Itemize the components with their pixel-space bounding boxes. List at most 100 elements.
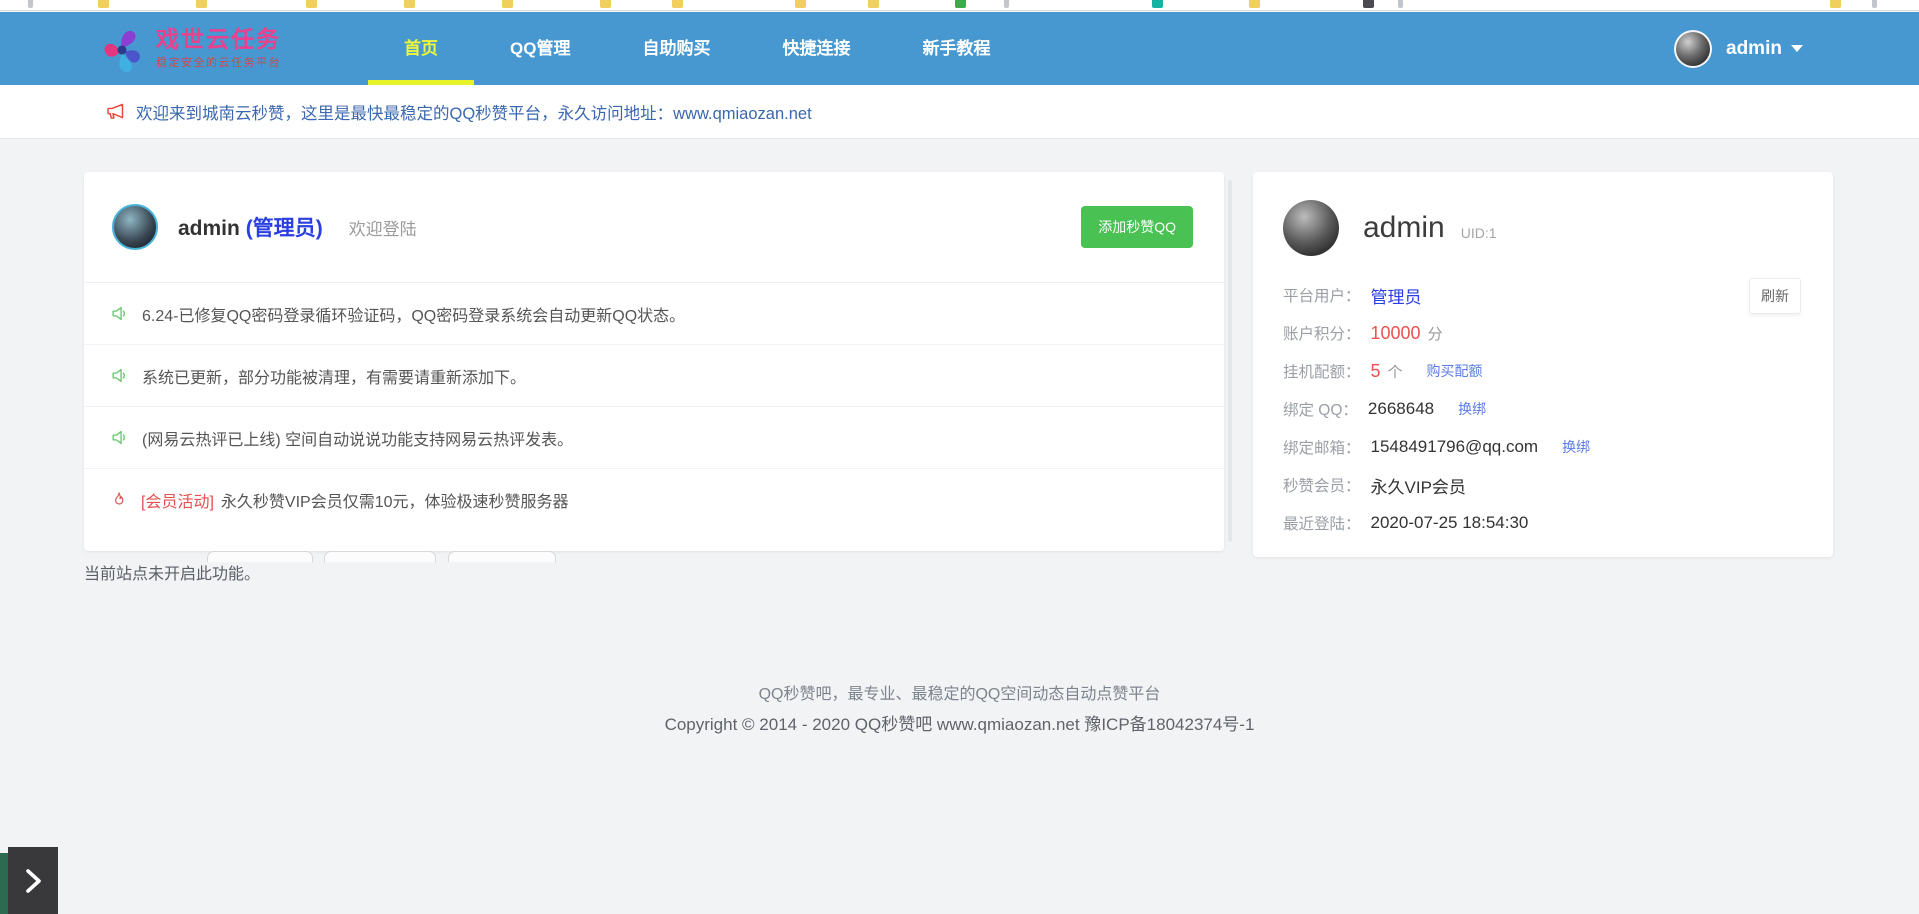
user-name: admin [1363,211,1445,245]
footer-slogan: QQ秒赞吧，最专业、最稳定的QQ空间动态自动点赞平台 [0,680,1919,710]
user-role: 管理员 [253,217,316,240]
footer-copyright: Copyright © 2014 - 2020 QQ秒赞吧 www.qmiaoz… [0,710,1919,740]
row-label: 绑定邮箱： [1283,436,1361,458]
bookmark-favicon-icon[interactable] [1363,0,1374,8]
notice-tag: [会员活动] [141,488,214,512]
row-label: 平台用户： [1283,284,1361,306]
avatar [1283,200,1339,256]
bookmark-favicon-icon[interactable] [1249,0,1260,8]
row-value: 永久VIP会员 [1371,473,1466,498]
user-info-row: 绑定邮箱： 1548491796@qq.com 换绑 [1283,428,1803,466]
nav-item[interactable]: QQ管理 [474,12,606,85]
bookmark-favicon-icon[interactable] [98,0,109,8]
bookmark-favicon-icon[interactable] [1872,0,1877,8]
avatar [1674,30,1712,68]
nav-item[interactable]: 首页 [368,12,474,85]
scrollbar[interactable] [1228,180,1232,542]
notice-text: 6.24-已修复QQ密码登录循环验证码，QQ密码登录系统会自动更新QQ状态。 [142,302,685,326]
nav-item[interactable]: 自助购买 [606,12,746,85]
row-label: 绑定 QQ： [1283,398,1358,420]
nav-item[interactable]: 新手教程 [886,12,1026,85]
user-info-row: 最近登陆： 2020-07-25 18:54:30 [1283,504,1803,542]
user-info-row: 账户积分： 10000 分 [1283,314,1803,352]
bookmark-favicon-icon[interactable] [600,0,611,8]
bookmark-favicon-icon[interactable] [1398,0,1403,8]
user-menu[interactable]: admin [1674,12,1803,85]
bookmark-favicon-icon[interactable] [1830,0,1841,8]
logo-title: 戏世云任务 [156,27,281,52]
footer: QQ秒赞吧，最专业、最稳定的QQ空间动态自动点赞平台 Copyright © 2… [0,680,1919,740]
fire-icon [110,491,128,509]
bookmark-favicon-icon[interactable] [795,0,806,8]
row-value: 10000 [1371,323,1421,344]
announcement-text: 欢迎来到城南云秒赞，这里是最快最稳定的QQ秒赞平台，永久访问地址：www.qmi… [136,100,812,124]
row-action-link[interactable]: 换绑 [1562,437,1590,457]
nav-menu: 首页QQ管理自助购买快捷连接新手教程 [368,12,1026,85]
tab-stub[interactable] [324,551,436,562]
row-label: 账户积分： [1283,322,1361,344]
sidebar-toggle-button[interactable] [8,847,58,914]
sidebar-accent-bar [0,853,8,914]
nav-item[interactable]: 快捷连接 [746,12,886,85]
notice-text: 永久秒赞VIP会员仅需10元，体验极速秒赞服务器 [221,488,569,512]
chevron-down-icon [1791,45,1803,52]
user-name: admin (管理员) [178,212,323,242]
notice-text: 系统已更新，部分功能被清理，有需要请重新添加下。 [142,364,526,388]
row-label: 秒赞会员： [1283,474,1361,496]
bookmark-favicon-icon[interactable] [868,0,879,8]
site-notice-text: 当前站点未开启此功能。 [84,560,260,584]
notice-text: (网易云热评已上线) 空间自动说说功能支持网易云热评发表。 [142,426,573,450]
user-info-row: 秒赞会员： 永久VIP会员 [1283,466,1803,504]
row-unit: 分 [1428,323,1443,344]
row-value: 1548491796@qq.com [1371,437,1539,457]
bookmark-favicon-icon[interactable] [28,0,33,8]
user-info-row: 平台用户： 管理员 [1283,276,1803,314]
notice-list: 6.24-已修复QQ密码登录循环验证码，QQ密码登录系统会自动更新QQ状态。 系… [84,283,1224,531]
speaker-icon [110,304,129,323]
bookmarks-strip [0,0,1919,11]
row-action-link[interactable]: 换绑 [1458,399,1486,419]
navbar: 戏世云任务 稳定安全的云任务平台 首页QQ管理自助购买快捷连接新手教程 admi… [0,12,1919,85]
tab-stub[interactable] [448,551,556,562]
bookmark-favicon-icon[interactable] [955,0,966,8]
row-action-link[interactable]: 购买配额 [1427,361,1483,381]
notice-item: (网易云热评已上线) 空间自动说说功能支持网易云热评发表。 [84,407,1224,469]
megaphone-icon [105,101,126,122]
notice-item: 系统已更新，部分功能被清理，有需要请重新添加下。 [84,345,1224,407]
row-value: 管理员 [1371,283,1422,308]
row-value: 5 [1371,361,1381,382]
bookmark-favicon-icon[interactable] [672,0,683,8]
avatar [112,204,158,250]
bookmark-favicon-icon[interactable] [502,0,513,8]
row-label: 最近登陆： [1283,512,1361,534]
notice-item: 6.24-已修复QQ密码登录循环验证码，QQ密码登录系统会自动更新QQ状态。 [84,283,1224,345]
row-label: 挂机配额： [1283,360,1361,382]
bookmark-favicon-icon[interactable] [1152,0,1163,8]
welcome-card-header: admin (管理员) 欢迎登陆 添加秒赞QQ [84,172,1224,283]
refresh-button[interactable]: 刷新 [1749,278,1801,314]
notice-item: [会员活动] 永久秒赞VIP会员仅需10元，体验极速秒赞服务器 [84,469,1224,531]
logo-subtitle: 稳定安全的云任务平台 [156,54,281,70]
row-unit: 个 [1388,361,1403,382]
bookmark-favicon-icon[interactable] [196,0,207,8]
user-uid: UID:1 [1461,225,1497,241]
welcome-text: 欢迎登陆 [349,215,417,240]
logo-icon [100,23,146,75]
speaker-icon [110,428,129,447]
user-name: admin [1726,38,1782,60]
user-info-row: 绑定 QQ： 2668648 换绑 [1283,390,1803,428]
row-value: 2668648 [1368,399,1434,419]
bookmark-favicon-icon[interactable] [1004,0,1009,8]
bookmark-favicon-icon[interactable] [404,0,415,8]
add-qq-button[interactable]: 添加秒赞QQ [1081,206,1193,248]
user-info-row: 挂机配额： 5 个 购买配额 [1283,352,1803,390]
bookmark-favicon-icon[interactable] [306,0,317,8]
speaker-icon [110,366,129,385]
site-logo[interactable]: 戏世云任务 稳定安全的云任务平台 [100,12,281,85]
row-value: 2020-07-25 18:54:30 [1371,513,1529,533]
user-info-list: 平台用户： 管理员 账户积分： 10000 分 挂机配额： 5 个 购买配额 绑… [1283,276,1803,542]
announcement-bar: 欢迎来到城南云秒赞，这里是最快最稳定的QQ秒赞平台，永久访问地址：www.qmi… [0,85,1919,139]
welcome-card: admin (管理员) 欢迎登陆 添加秒赞QQ 6.24-已修复QQ密码登录循环… [84,172,1224,551]
chevron-right-icon [23,867,43,895]
user-card: admin UID:1 刷新 平台用户： 管理员 账户积分： 10000 分 挂… [1253,172,1833,557]
